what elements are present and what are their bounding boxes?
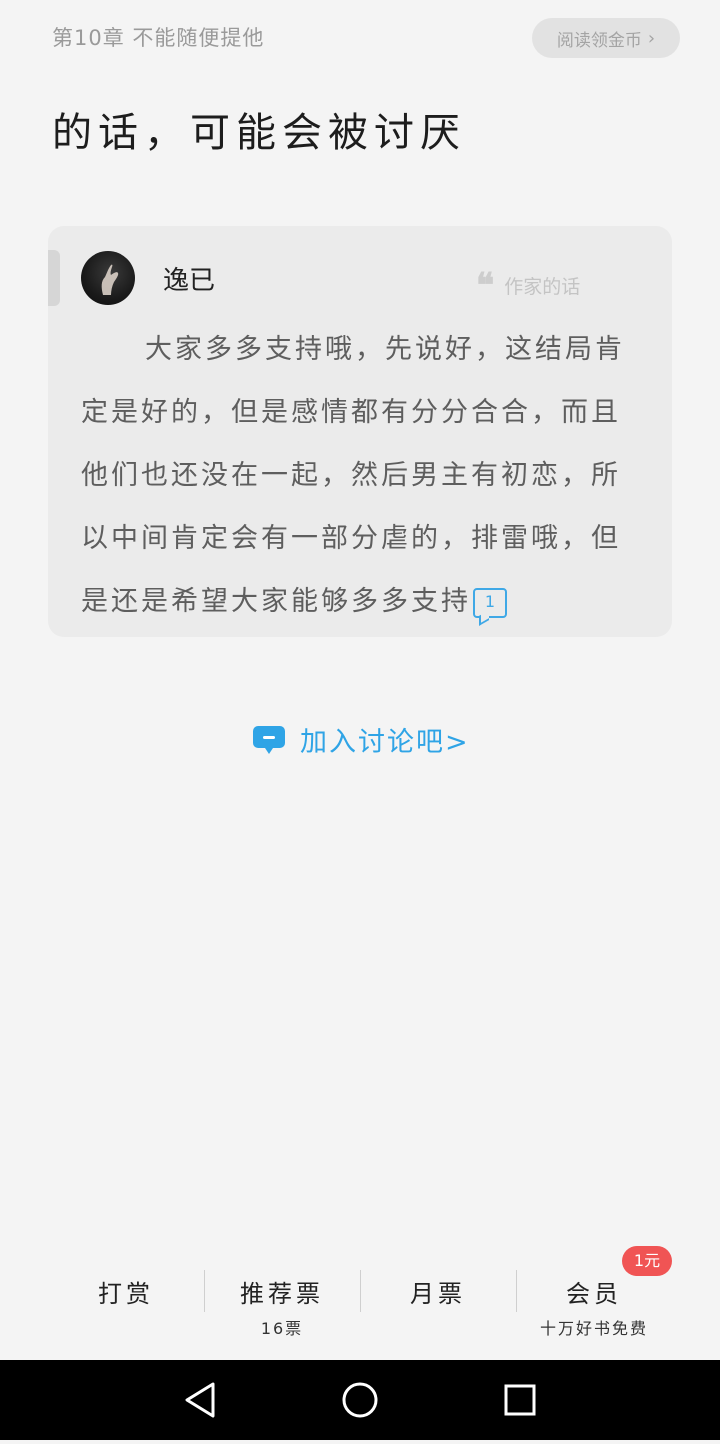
author-note-card: 逸已 ❝ 作家的话 大家多多支持哦，先说好，这结局肯定是好的，但是感情都有分分合… [48, 226, 672, 637]
chevron-right-icon: › [647, 27, 656, 49]
recommend-ticket-label: 推荐票 [240, 1280, 324, 1308]
vip-subtitle: 十万好书免费 [539, 1319, 648, 1338]
recommend-ticket-button[interactable]: 推荐票 16票 [204, 1260, 360, 1340]
chapter-body-text: 的话，可能会被讨厌 [52, 110, 466, 156]
back-icon[interactable] [160, 1360, 240, 1440]
recents-icon[interactable] [480, 1360, 560, 1440]
monthly-ticket-label: 月票 [410, 1280, 466, 1308]
bottom-action-bar: 打赏 推荐票 16票 月票 会员 十万好书免费 1元 [48, 1246, 672, 1340]
system-navigation-bar [0, 1360, 720, 1440]
vip-price-badge: 1元 [622, 1246, 672, 1276]
tip-button[interactable]: 打赏 [48, 1260, 204, 1340]
coin-button-label: 阅读领金币 [556, 30, 642, 51]
author-note-tag-label: 作家的话 [504, 276, 581, 298]
card-marker [48, 250, 60, 306]
comment-count-badge[interactable]: 1 [473, 587, 507, 618]
author-note-text: 大家多多支持哦，先说好，这结局肯定是好的，但是感情都有分分合合，而且他们也还没在… [81, 318, 641, 633]
join-discussion-link[interactable]: 加入讨论吧> [252, 720, 470, 759]
monthly-ticket-button[interactable]: 月票 [360, 1260, 516, 1340]
author-note-tag: ❝ 作家的话 [476, 265, 581, 306]
vip-label: 会员 [566, 1280, 622, 1308]
tip-label: 打赏 [98, 1280, 154, 1308]
author-name[interactable]: 逸已 [163, 260, 215, 297]
author-note-body: 大家多多支持哦，先说好，这结局肯定是好的，但是感情都有分分合合，而且他们也还没在… [81, 334, 625, 617]
quote-icon: ❝ [476, 265, 495, 306]
reader-topbar: 第10章 不能随便提他 阅读领金币 › [0, 0, 720, 72]
join-discussion-label: 加入讨论吧> [300, 727, 470, 758]
avatar[interactable] [81, 251, 135, 305]
recommend-ticket-count: 16票 [260, 1319, 304, 1338]
chapter-title: 第10章 不能随便提他 [52, 26, 265, 50]
home-icon[interactable] [320, 1360, 400, 1440]
chat-bubble-icon [252, 724, 286, 756]
read-earn-coins-button[interactable]: 阅读领金币 › [532, 18, 680, 58]
